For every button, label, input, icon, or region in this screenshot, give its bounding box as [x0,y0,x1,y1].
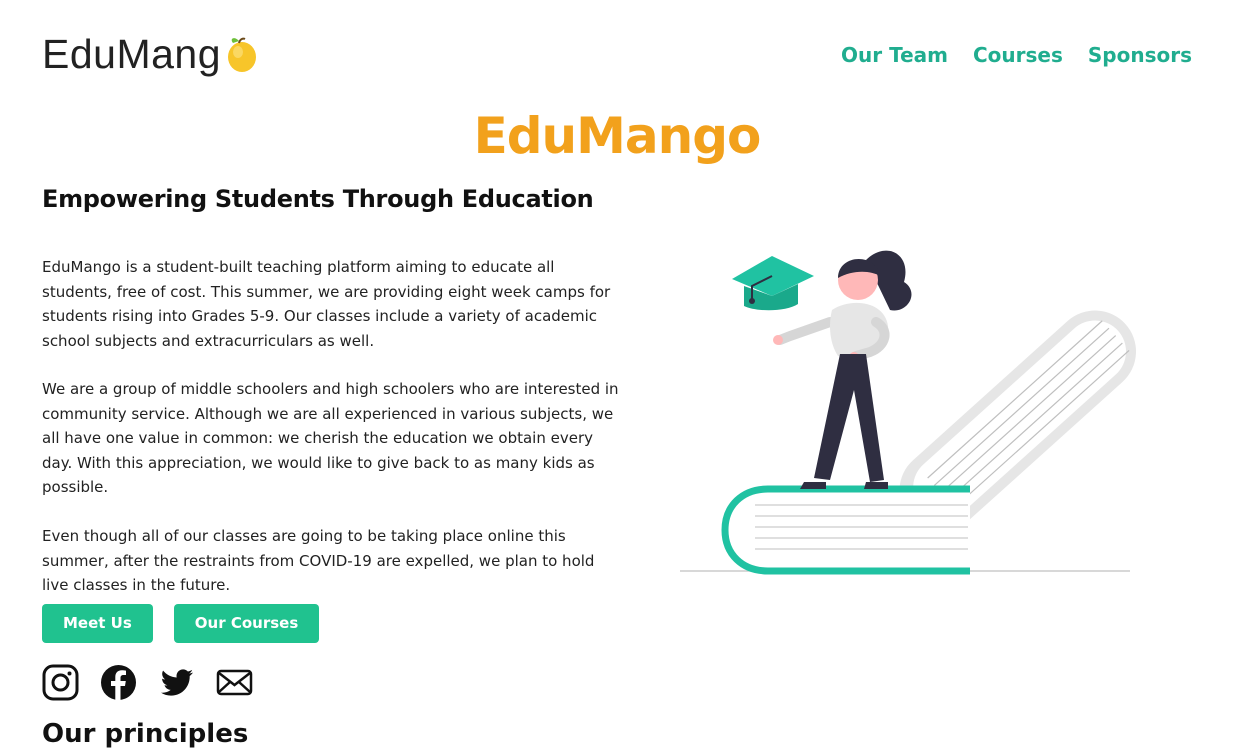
graduation-cap-icon [732,256,814,311]
hero-title: EduMango [473,107,762,165]
mail-icon[interactable] [216,664,253,701]
site-logo[interactable]: EduMang [42,30,259,78]
facebook-icon[interactable] [100,664,137,701]
student-on-books-illustration [680,250,1137,575]
nav-our-team[interactable]: Our Team [841,41,948,69]
nav-sponsors[interactable]: Sponsors [1088,41,1192,69]
logo-text: EduMang [42,30,222,77]
main-nav: Our Team Courses Sponsors [841,41,1192,69]
social-links [42,664,253,701]
nav-courses[interactable]: Courses [973,41,1063,69]
instagram-icon[interactable] [42,664,79,701]
our-courses-button[interactable]: Our Courses [173,604,320,643]
hero-subtitle: Empowering Students Through Education [42,185,594,213]
hero-buttons: Meet Us Our Courses [42,604,320,643]
flat-book [721,485,970,575]
meet-us-button[interactable]: Meet Us [42,604,153,643]
about-paragraph: We are a group of middle schoolers and h… [42,380,619,496]
mango-icon [228,37,257,72]
twitter-icon[interactable] [158,664,195,701]
principles-heading: Our principles [42,719,249,749]
intro-paragraph: EduMango is a student-built teaching pla… [42,258,611,350]
future-paragraph: Even though all of our classes are going… [42,527,595,594]
